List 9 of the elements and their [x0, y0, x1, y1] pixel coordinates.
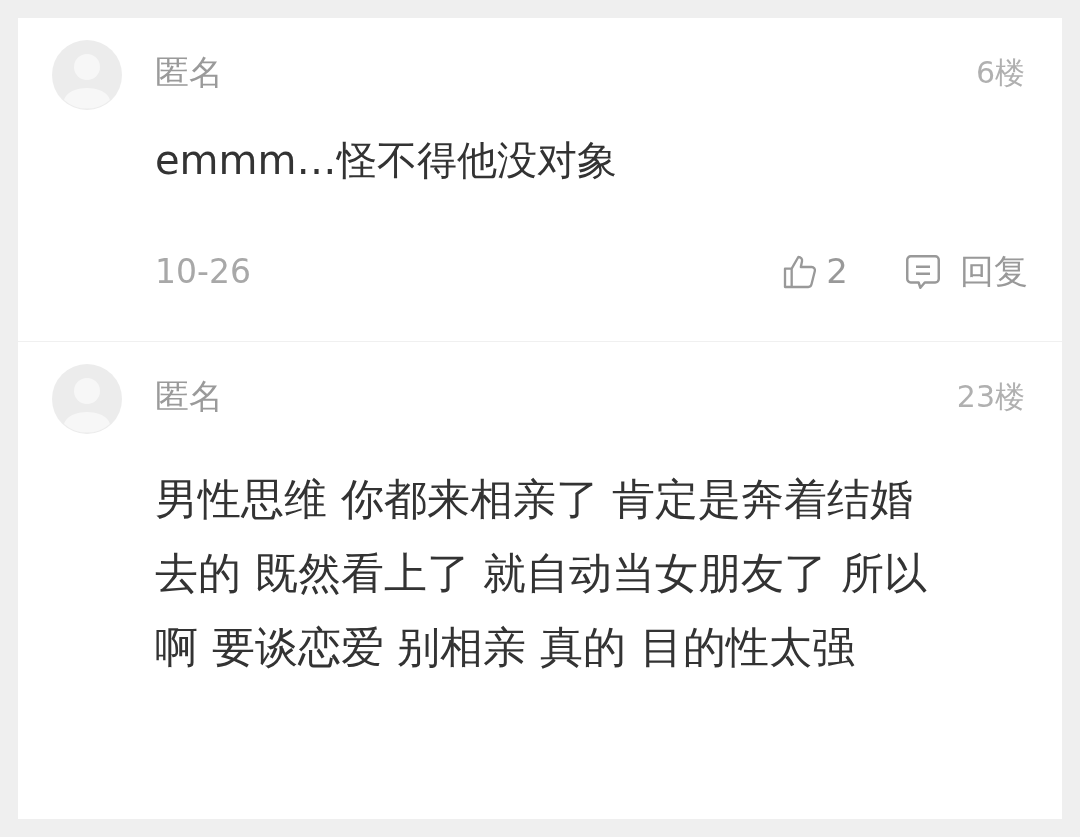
comment-text: emmm…怪不得他没对象 — [155, 136, 618, 185]
floor-number: 6楼 — [975, 53, 1025, 92]
floor-number: 23楼 — [956, 377, 1025, 416]
like-button[interactable]: 2 — [780, 246, 848, 297]
reply-button[interactable]: 回复 — [902, 246, 1028, 297]
author-name: 匿名 — [155, 50, 223, 94]
author-name: 匿名 — [155, 374, 223, 418]
comment-text: 男性思维 你都来相亲了 肯定是奔着结婚去的 既然看上了 就自动当女朋友了 所以啊 要谈恋爱 别相亲 真的 目的性太强 — [155, 473, 928, 674]
comment-date: 10-26 — [155, 250, 251, 293]
